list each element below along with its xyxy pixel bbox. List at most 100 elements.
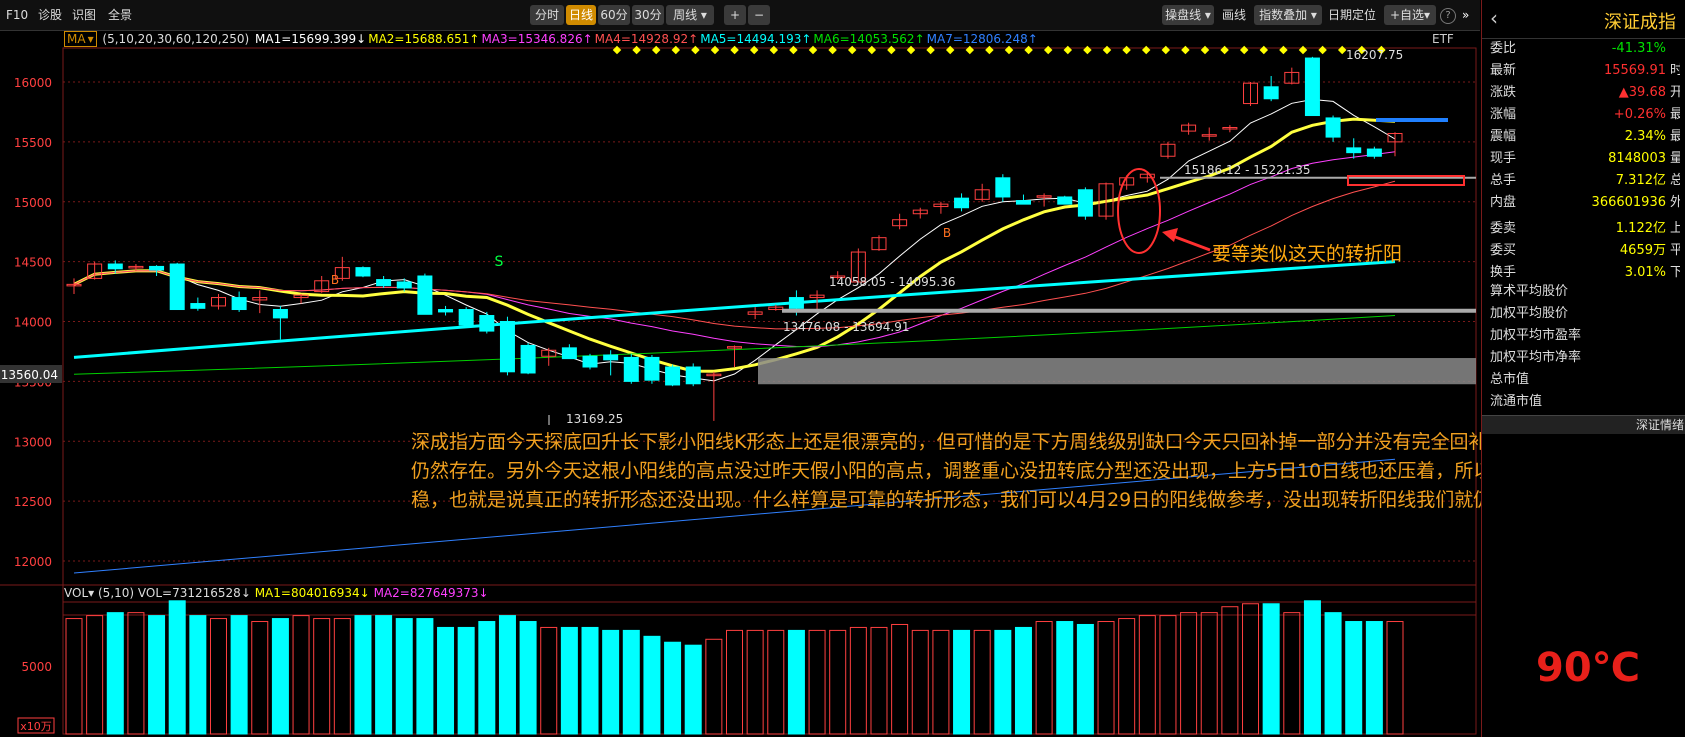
period-weekly-dropdown[interactable]: 周线 ▾ — [666, 5, 714, 25]
signal-diamond — [1004, 45, 1014, 55]
index-overlay-dropdown[interactable]: 指数叠加 ▾ — [1254, 5, 1322, 25]
index-stat-item: 总市值 — [1490, 372, 1530, 387]
operate-line-dropdown[interactable]: 操盘线 ▾ — [1162, 5, 1214, 25]
candle-body — [417, 275, 433, 315]
watchlist-label: 自选 — [1400, 8, 1425, 22]
volume-bar — [148, 615, 166, 735]
volume-bar — [932, 629, 950, 735]
help-icon[interactable]: ? — [1440, 8, 1456, 24]
sentiment-temperature: 90℃ — [1536, 645, 1641, 691]
quote-row: 委卖 1.122亿上 — [1490, 218, 1680, 240]
volume-bar — [808, 629, 826, 735]
period-30min-button[interactable]: 30分 — [632, 5, 664, 25]
volume-bar — [1014, 626, 1032, 735]
volume-unit-label: x10万 — [20, 720, 52, 733]
volume-bar — [1118, 618, 1136, 735]
period-minute-button[interactable]: 分时 — [530, 5, 564, 25]
volume-bar — [891, 623, 909, 735]
volume-bar — [251, 621, 269, 735]
candle-body — [149, 265, 165, 271]
period-daily-button[interactable]: 日线 — [566, 5, 596, 25]
candle-body — [396, 281, 412, 289]
quote-row-cut-label: 外 — [1670, 195, 1680, 210]
sell-mark: S — [495, 254, 504, 270]
signal-diamond — [887, 45, 896, 55]
operate-line-label: 操盘线 — [1165, 8, 1202, 22]
sentiment-tab[interactable]: 深证情绪 — [1482, 415, 1685, 434]
turning-candle-annotation: 要等类似这天的转折阳 — [1212, 243, 1403, 265]
volume-bar — [478, 621, 496, 735]
volume-bar — [416, 618, 434, 735]
quote-row-label: 震幅 — [1490, 129, 1517, 144]
candle-body — [1346, 147, 1362, 154]
volume-bar — [911, 629, 929, 735]
signal-diamond — [651, 45, 661, 55]
zoom-out-button[interactable]: − — [748, 5, 770, 25]
kline-chart[interactable]: 1600015500150001450014000135001300012500… — [0, 30, 1480, 737]
y-tick-label: 14500 — [14, 256, 52, 270]
y-tick-label: 15000 — [14, 196, 52, 210]
quote-row: 最新 15569.91 时 — [1490, 60, 1680, 82]
expand-panel-icon[interactable]: » — [1462, 6, 1469, 24]
candle-body — [1366, 148, 1382, 157]
signal-diamond — [749, 45, 759, 55]
vol-value: VOL=731216528↓ — [137, 586, 251, 600]
candle-body — [603, 354, 619, 361]
volume-bar — [622, 629, 640, 735]
candle-body — [623, 356, 639, 382]
date-locate-button[interactable]: 日期定位 — [1328, 6, 1376, 24]
overview-link[interactable]: 全景 — [108, 6, 132, 24]
volume-indicator-select[interactable]: VOL▾ — [64, 586, 94, 600]
candle-body — [644, 356, 660, 381]
diagnose-link[interactable]: 诊股 — [38, 6, 62, 24]
vol-params: (5,10) — [98, 586, 135, 600]
signal-diamond — [867, 45, 877, 55]
watchlist-dropdown[interactable]: +自选▾ — [1384, 5, 1436, 25]
quote-row-value: +0.26% — [1613, 107, 1666, 122]
period-60min-button[interactable]: 60分 — [598, 5, 630, 25]
signal-diamond — [926, 45, 935, 55]
candle-body — [1057, 196, 1073, 205]
signal-diamond — [1024, 45, 1033, 55]
quote-row-cut-label: 下 — [1670, 265, 1680, 280]
candle-body — [995, 177, 1011, 198]
candle-body — [1263, 86, 1279, 100]
chart-frame — [62, 47, 1477, 616]
volume-bar — [787, 629, 805, 735]
candle-body — [520, 344, 536, 374]
volume-bar — [209, 618, 227, 735]
candle-body — [582, 355, 598, 368]
index-stat-item: 加权平均股价 — [1490, 306, 1569, 321]
quote-row-value: 2.34% — [1624, 129, 1666, 144]
quote-row-label: 涨幅 — [1490, 107, 1517, 122]
back-arrow-icon[interactable]: ‹ — [1490, 6, 1498, 30]
volume-bar — [395, 618, 413, 735]
candle-body — [1325, 117, 1341, 138]
signal-diamond — [1298, 45, 1308, 55]
quote-row: 总手 7.312亿总 — [1490, 170, 1680, 192]
chevron-down-icon: ▾ — [697, 8, 707, 22]
f10-link[interactable]: F10 — [6, 6, 28, 24]
volume-bars — [65, 600, 1404, 735]
recognize-link[interactable]: 识图 — [72, 6, 96, 24]
signal-diamond — [1063, 45, 1073, 55]
volume-bar — [498, 615, 516, 735]
quote-row-label: 内盘 — [1490, 195, 1517, 210]
annotation-arrow — [1169, 233, 1211, 252]
quote-row-label: 现手 — [1490, 151, 1517, 166]
signal-diamond — [1083, 45, 1092, 55]
signal-diamond — [691, 45, 700, 55]
chevron-down-icon: ▾ — [1307, 8, 1317, 22]
volume-bar — [230, 615, 248, 735]
volume-bar — [560, 626, 578, 735]
signal-diamond — [906, 45, 916, 55]
annotation-arrowhead — [1162, 228, 1178, 242]
panel-header: ‹ 深证成指 — [1482, 0, 1685, 39]
plus-icon: + — [1389, 8, 1400, 22]
draw-line-button[interactable]: 画线 — [1222, 6, 1246, 24]
quote-row-cut-label: 量 — [1670, 151, 1680, 166]
zoom-in-button[interactable]: + — [724, 5, 746, 25]
volume-bar — [767, 629, 785, 735]
volume-bar — [705, 638, 723, 735]
index-stat-item: 算术平均股价 — [1490, 284, 1569, 299]
